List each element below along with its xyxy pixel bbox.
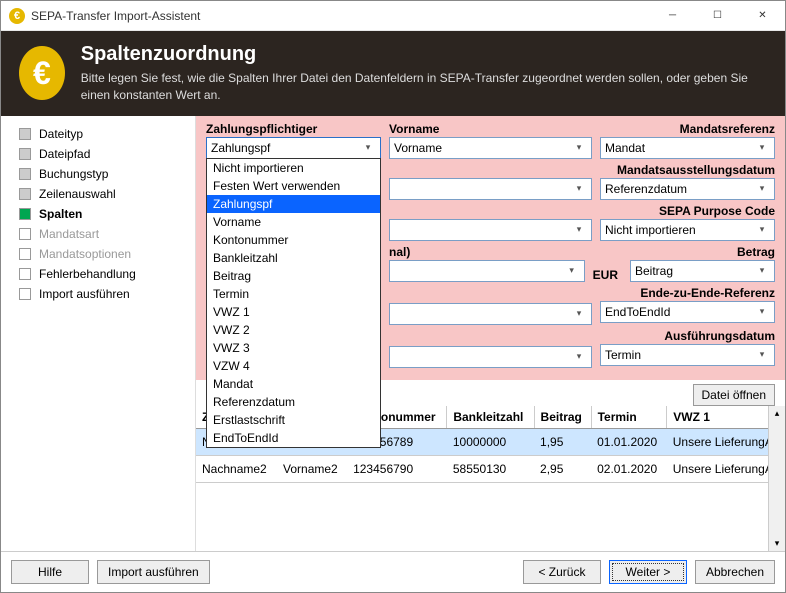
dropdown-option[interactable]: EndToEndId [207,429,380,447]
chevron-down-icon: ▾ [571,183,587,194]
combo-betrag[interactable]: Beitrag ▾ [630,260,775,282]
label-mandatsausstellungsdatum: Mandatsausstellungsdatum [600,163,775,177]
step-fehlerbehandlung[interactable]: Fehlerbehandlung [39,267,187,281]
chevron-down-icon: ▾ [571,351,587,362]
chevron-down-icon: ▾ [754,183,770,194]
open-file-button[interactable]: Datei öffnen [693,384,776,406]
combo-zahlungspflichtiger[interactable]: Zahlungspf ▾ [206,137,381,159]
label-mandatsreferenz: Mandatsreferenz [600,122,775,136]
label-zahlungspflichtiger: Zahlungspflichtiger [206,122,381,136]
chevron-down-icon: ▾ [754,349,770,360]
step-dateipfad[interactable]: Dateipfad [39,147,187,161]
maximize-button[interactable]: ☐ [695,1,740,30]
label-sepa-purpose: SEPA Purpose Code [600,204,775,218]
dropdown-option[interactable]: VWZ 1 [207,303,380,321]
euro-icon: € [19,46,65,100]
step-mandatsart: Mandatsart [39,227,187,241]
label-vorname: Vorname [389,122,592,136]
combo-sepa-purpose[interactable]: Nicht importieren ▾ [600,219,775,241]
dropdown-option[interactable]: Zahlungspf [207,195,380,213]
chevron-down-icon: ▾ [754,306,770,317]
col-termin[interactable]: Termin [591,406,667,429]
combo-hidden-2[interactable]: ▾ [389,219,592,241]
dropdown-option[interactable]: Beitrag [207,267,380,285]
dropdown-option[interactable]: VZW 4 [207,357,380,375]
minimize-button[interactable]: ─ [650,1,695,30]
label-partial-nal: nal) [389,245,585,259]
dropdown-option[interactable]: VWZ 3 [207,339,380,357]
combo-mandatsreferenz[interactable]: Mandat ▾ [600,137,775,159]
combo-hidden-1[interactable]: ▾ [389,178,592,200]
help-button[interactable]: Hilfe [11,560,89,584]
chevron-down-icon: ▾ [571,224,587,235]
step-buchungstyp[interactable]: Buchungstyp [39,167,187,181]
label-ende-referenz: Ende-zu-Ende-Referenz [600,286,775,300]
combo-hidden-4[interactable]: ▾ [389,303,592,325]
combo-hidden-3[interactable]: ▾ [389,260,585,282]
dropdown-option[interactable]: Referenzdatum [207,393,380,411]
chevron-down-icon: ▾ [564,265,580,276]
dropdown-option[interactable]: Nicht importieren [207,159,380,177]
dropdown-option[interactable]: Mandat [207,375,380,393]
step-spalten[interactable]: Spalten [39,207,187,221]
label-ausfuehrungsdatum: Ausführungsdatum [600,329,775,343]
step-mandatsoptionen: Mandatsoptionen [39,247,187,261]
table-row[interactable]: Nachname2 Vorname2 123456790 58550130 2,… [196,455,785,482]
window-title: SEPA-Transfer Import-Assistent [31,9,650,23]
chevron-down-icon: ▾ [754,224,770,235]
next-button[interactable]: Weiter > [609,560,687,584]
dropdown-option[interactable]: Festen Wert verwenden [207,177,380,195]
app-icon: € [9,8,25,24]
step-zeilenauswahl[interactable]: Zeilenauswahl [39,187,187,201]
chevron-down-icon: ▾ [571,308,587,319]
page-title: Spaltenzuordnung [81,43,767,66]
currency-label: EUR [593,264,622,282]
chevron-down-icon: ▾ [571,142,587,153]
dropdown-zahlungspflichtiger[interactable]: Nicht importierenFesten Wert verwendenZa… [206,158,381,448]
run-import-button[interactable]: Import ausführen [97,560,210,584]
back-button[interactable]: < Zurück [523,560,601,584]
scroll-up-icon[interactable]: ▴ [775,406,780,421]
scrollbar[interactable]: ▴ ▾ [768,406,785,551]
col-vwz1[interactable]: VWZ 1 [667,406,785,429]
cancel-button[interactable]: Abbrechen [695,560,775,584]
step-import-ausfuehren[interactable]: Import ausführen [39,287,187,301]
dropdown-option[interactable]: Erstlastschrift [207,411,380,429]
col-bankleitzahl[interactable]: Bankleitzahl [447,406,534,429]
combo-vorname[interactable]: Vorname ▾ [389,137,592,159]
col-beitrag[interactable]: Beitrag [534,406,591,429]
label-betrag: Betrag [630,245,775,259]
dropdown-option[interactable]: VWZ 2 [207,321,380,339]
combo-mandatsausstellungsdatum[interactable]: Referenzdatum ▾ [600,178,775,200]
combo-ausfuehrungsdatum[interactable]: Termin ▾ [600,344,775,366]
dropdown-option[interactable]: Termin [207,285,380,303]
dropdown-option[interactable]: Kontonummer [207,231,380,249]
step-dateityp[interactable]: Dateityp [39,127,187,141]
wizard-steps: Dateityp Dateipfad Buchungstyp Zeilenaus… [1,116,196,551]
page-subtitle: Bitte legen Sie fest, wie die Spalten Ih… [81,70,767,104]
combo-hidden-5[interactable]: ▾ [389,346,592,368]
close-button[interactable]: ✕ [740,1,785,30]
dropdown-option[interactable]: Bankleitzahl [207,249,380,267]
dropdown-option[interactable]: Vorname [207,213,380,231]
combo-ende-referenz[interactable]: EndToEndId ▾ [600,301,775,323]
chevron-down-icon: ▾ [754,142,770,153]
chevron-down-icon: ▾ [754,265,770,276]
chevron-down-icon: ▾ [360,142,376,153]
scroll-down-icon[interactable]: ▾ [775,536,780,551]
